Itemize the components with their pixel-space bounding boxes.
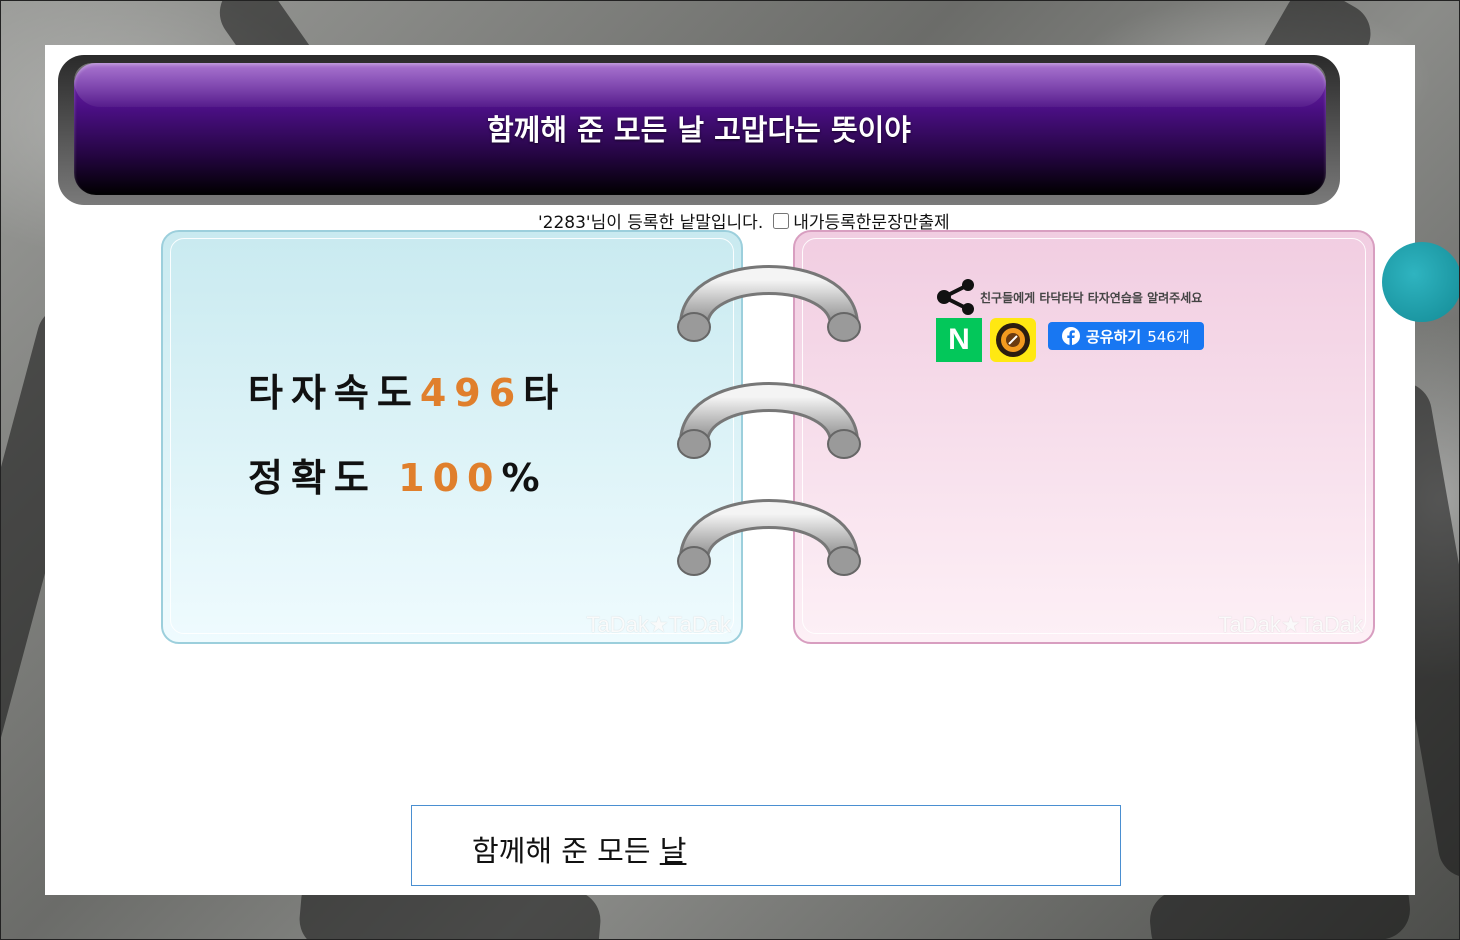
accuracy-unit: %	[501, 456, 548, 500]
accuracy: 정확도 100%	[248, 447, 548, 502]
kakaostory-icon	[996, 323, 1030, 357]
share-prompt: 친구들에게 타닥타닥 타자연습을 알려주세요	[936, 278, 1202, 316]
sentence-banner: 함께해 준 모든 날 고맙다는 뜻이야	[58, 55, 1340, 205]
binder-ring-bottom	[677, 499, 861, 576]
naver-share-button[interactable]: N	[936, 318, 982, 362]
typing-speed-value: 496	[419, 371, 524, 415]
stats-card: TaDak★TaDak	[161, 230, 743, 644]
accuracy-value: 100	[398, 456, 502, 500]
my-sentences-only-checkbox[interactable]	[773, 212, 790, 229]
accuracy-label: 정확도	[248, 456, 377, 500]
side-round-button[interactable]	[1382, 242, 1460, 322]
share-prompt-text: 친구들에게 타닥타닥 타자연습을 알려주세요	[980, 290, 1203, 305]
facebook-share-button[interactable]: 공유하기 546개	[1048, 322, 1204, 350]
typing-speed: 타자속도496타	[248, 362, 566, 417]
share-icon	[937, 279, 974, 315]
watermark-left: TaDak★TaDak	[586, 612, 731, 637]
typing-speed-label: 타자속도	[248, 371, 420, 415]
banner-gloss	[74, 63, 1326, 107]
binder-ring-middle	[677, 382, 861, 459]
typed-text: 함께해 준 모든	[472, 834, 660, 868]
binder-ring-top	[677, 265, 861, 342]
typing-input[interactable]: 함께해 준 모든 날	[411, 805, 1121, 886]
kakaostory-share-button[interactable]	[990, 318, 1036, 362]
naver-logo-label: N	[948, 323, 970, 356]
facebook-share-label: 공유하기	[1086, 327, 1142, 346]
stats-card-inner	[170, 238, 734, 634]
typing-speed-unit: 타	[523, 371, 567, 415]
composing-char: 날	[659, 834, 687, 868]
facebook-icon	[1062, 327, 1080, 345]
facebook-share-count: 546개	[1147, 327, 1190, 346]
watermark-right: TaDak★TaDak	[1218, 612, 1363, 637]
typing-input-text: 함께해 준 모든 날	[472, 828, 686, 870]
share-buttons: N 공유하기 546개	[936, 318, 1204, 362]
target-sentence: 함께해 준 모든 날 고맙다는 뜻이야	[486, 113, 911, 147]
